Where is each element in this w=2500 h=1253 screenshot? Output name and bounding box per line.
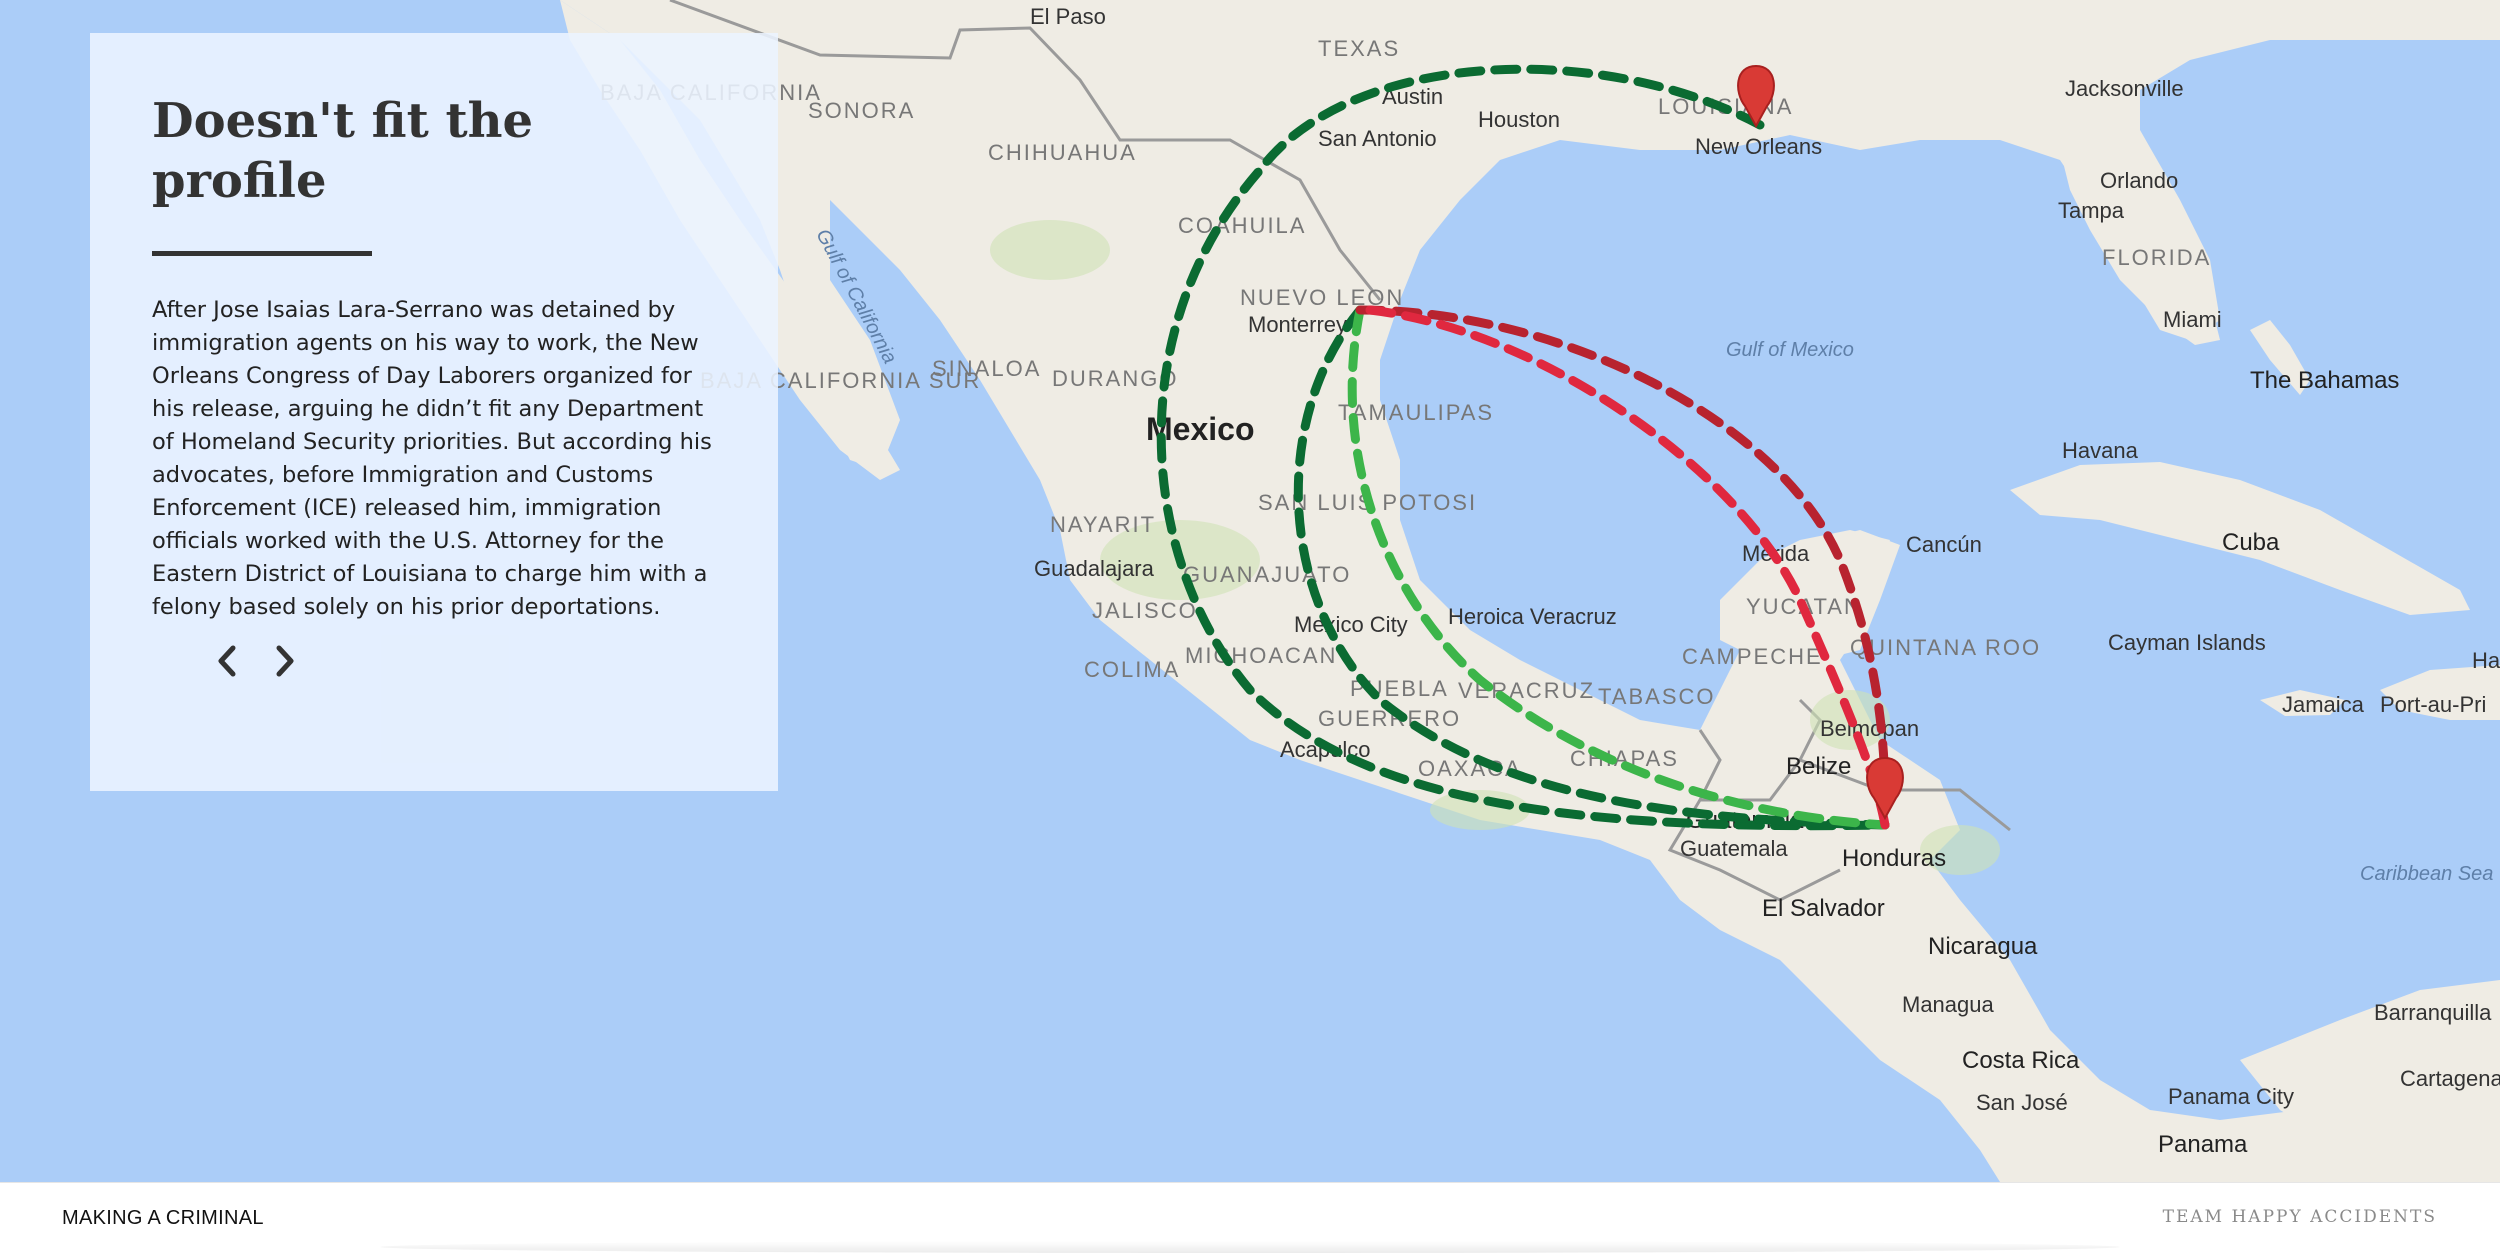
label-sinaloa: SINALOA: [932, 356, 1041, 381]
label-caribbean-sea: Caribbean Sea: [2360, 863, 2493, 885]
label-tampa: Tampa: [2058, 198, 2125, 223]
footer-shadow: [380, 1241, 2120, 1253]
label-nicaragua: Nicaragua: [1928, 933, 2038, 960]
site-title-link[interactable]: MAKING A CRIMINAL: [62, 1207, 264, 1230]
label-belmopan: Belmopan: [1820, 716, 1919, 741]
footer-bar: MAKING A CRIMINAL TEAM HAPPY ACCIDENTS: [0, 1182, 2500, 1253]
label-campeche: CAMPECHE: [1682, 644, 1823, 669]
label-guatemala-city: Guatemala: [1680, 836, 1788, 861]
label-michoacan: MICHOACAN: [1185, 643, 1337, 668]
label-chihuahua: CHIHUAHUA: [988, 140, 1137, 165]
label-port-au-prince: Port-au-Pri: [2380, 692, 2486, 717]
label-el-paso: El Paso: [1030, 4, 1106, 29]
label-guadalajara: Guadalajara: [1034, 556, 1155, 581]
label-colima: COLIMA: [1084, 657, 1180, 682]
label-new-orleans: New Orleans: [1695, 134, 1822, 159]
label-gulf-of-mexico: Gulf of Mexico: [1726, 339, 1854, 361]
label-tabasco: TABASCO: [1598, 684, 1716, 709]
previous-button[interactable]: [210, 641, 242, 681]
label-havana: Havana: [2062, 438, 2139, 463]
label-houston: Houston: [1478, 107, 1560, 132]
label-miami: Miami: [2163, 307, 2222, 332]
label-coahuila: COAHUILA: [1178, 213, 1306, 238]
label-jacksonville: Jacksonville: [2065, 76, 2184, 101]
label-sonora: SONORA: [808, 98, 915, 123]
label-nayarit: NAYARIT: [1050, 512, 1156, 537]
label-honduras: Honduras: [1842, 845, 1946, 872]
story-card: Doesn't fit the profile After Jose Isaia…: [90, 33, 778, 791]
label-texas: TEXAS: [1318, 36, 1400, 61]
title-divider: [152, 251, 372, 256]
label-cancun: Cancún: [1906, 532, 1982, 557]
label-tamaulipas: TAMAULIPAS: [1338, 400, 1494, 425]
label-panama: Panama: [2158, 1131, 2248, 1158]
label-jalisco: JALISCO: [1092, 598, 1198, 623]
label-quintana-roo: QUINTANA ROO: [1850, 635, 2041, 660]
next-button[interactable]: [270, 641, 302, 681]
label-monterrey: Monterrey: [1248, 312, 1347, 337]
label-guanajuato: GUANAJUATO: [1183, 562, 1351, 587]
label-belize: Belize: [1786, 753, 1851, 780]
label-panama-city: Panama City: [2168, 1084, 2294, 1109]
label-barranquilla: Barranquilla: [2374, 1000, 2492, 1025]
chevron-right-icon: [276, 645, 294, 677]
label-managua: Managua: [1902, 992, 1995, 1017]
label-el-salvador: El Salvador: [1762, 895, 1885, 922]
label-costa-rica: Costa Rica: [1962, 1047, 2080, 1074]
story-title: Doesn't fit the profile: [152, 93, 534, 209]
label-durango: DURANGO: [1052, 366, 1178, 391]
team-name: TEAM HAPPY ACCIDENTS: [2162, 1207, 2437, 1227]
label-cartagena: Cartagena: [2400, 1066, 2500, 1091]
story-body: After Jose Isaias Lara-Serrano was detai…: [152, 297, 712, 620]
label-jamaica: Jamaica: [2282, 692, 2365, 717]
label-cayman-islands: Cayman Islands: [2108, 630, 2266, 655]
label-san-jose: San José: [1976, 1090, 2068, 1115]
label-the-bahamas: The Bahamas: [2250, 367, 2399, 394]
label-oaxaca: OAXACA: [1418, 756, 1522, 781]
label-cuba: Cuba: [2222, 529, 2280, 556]
chevron-left-icon: [218, 645, 236, 677]
label-florida: FLORIDA: [2102, 245, 2211, 270]
label-mexico-city: Mexico City: [1294, 612, 1408, 637]
story-pager: [210, 641, 302, 681]
label-ha: Ha: [2472, 648, 2500, 673]
label-heroica-veracruz: Heroica Veracruz: [1448, 604, 1617, 629]
label-san-antonio: San Antonio: [1318, 126, 1437, 151]
label-orlando: Orlando: [2100, 168, 2178, 193]
